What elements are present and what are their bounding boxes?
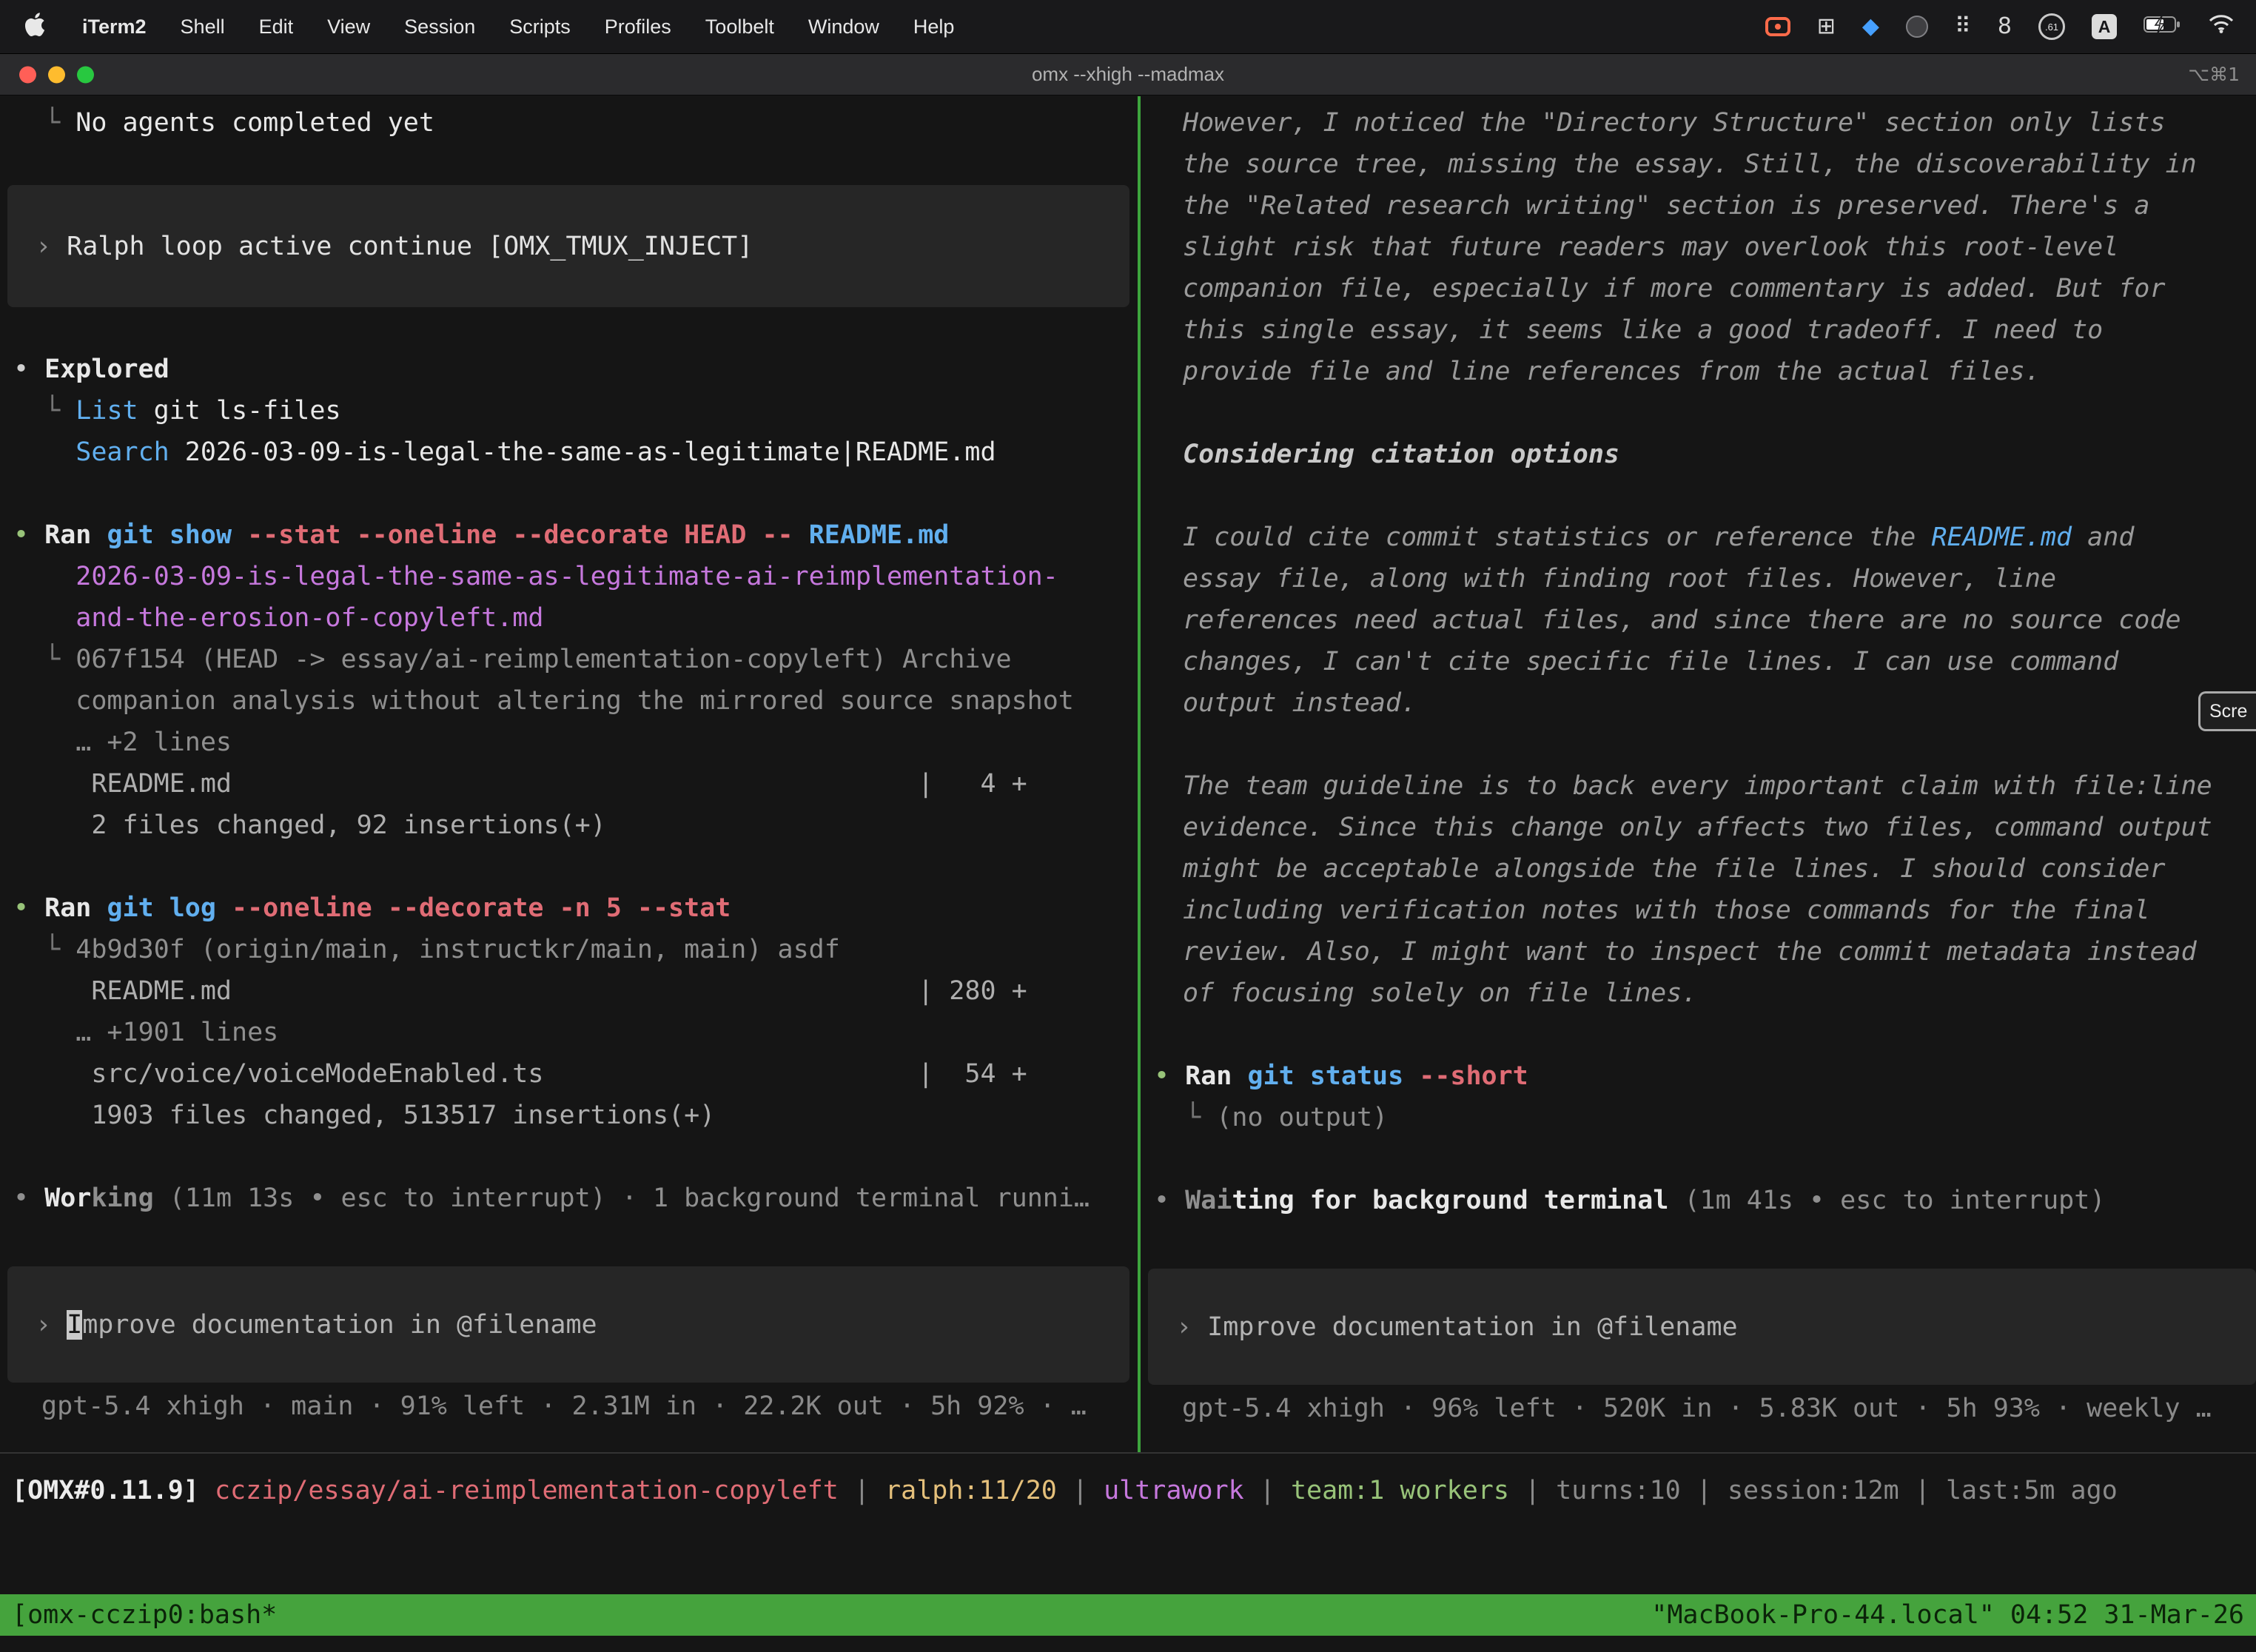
right-pane[interactable]: However, I noticed the "Directory Struct… (1141, 96, 2256, 1452)
git-show-stat-line: README.md | 4 + (0, 763, 1138, 805)
menu-toolbelt[interactable]: Toolbelt (688, 16, 791, 38)
menu-view[interactable]: View (310, 16, 387, 38)
apple-logo-icon (25, 10, 49, 44)
waiting-status-line: • Waiting for background terminal (1m 41… (1141, 1180, 2256, 1221)
screen-recording-icon[interactable] (1765, 17, 1790, 36)
explored-search-line: Search 2026-03-09-is-legal-the-same-as-l… (0, 432, 1138, 473)
ralph-loop-banner: › Ralph loop active continue [OMX_TMUX_I… (7, 185, 1129, 307)
git-show-more-line: … +2 lines (0, 722, 1138, 763)
bullet: • (1154, 1061, 1185, 1091)
git-show-command-line: • Ran git show --stat --oneline --decora… (0, 514, 1138, 556)
window-shortcut-badge: ⌥⌘1 (2188, 64, 2240, 85)
omx-version: [OMX#0.11.9] (12, 1476, 199, 1505)
left-pane[interactable]: └ No agents completed yet › Ralph loop a… (0, 96, 1138, 1452)
tree-glyph: └ (13, 396, 75, 426)
window-title: omx --xhigh --madmax (1032, 63, 1224, 86)
prompt-chevron: › (1176, 1312, 1207, 1342)
git-log-summary-line: 1903 files changed, 513517 insertions(+) (0, 1095, 1138, 1136)
bullet: • (1154, 1186, 1185, 1215)
tree-glyph: └ (13, 108, 75, 138)
explored-list-line: └ List git ls-files (0, 390, 1138, 432)
omx-status-line: [OMX#0.11.9] cczip/essay/ai-reimplementa… (0, 1470, 2256, 1511)
menu-bar-status-icons: ⊞ ◆ ⠿ 8 .61 A (1765, 13, 2237, 40)
git-status-command-line: • Ran git status --short (1141, 1055, 2256, 1097)
text-cursor: I (67, 1310, 82, 1340)
reasoning-heading: Considering citation options (1141, 434, 2256, 475)
status-circle-icon[interactable] (1906, 16, 1928, 38)
git-log-stat-line: README.md | 280 + (0, 970, 1138, 1012)
prompt-chevron: › (36, 1310, 67, 1340)
menu-bar-left: iTerm2 Shell Edit View Session Scripts P… (19, 10, 971, 44)
prompt-chevron: › (36, 232, 67, 261)
tmux-status-bar: [omx-cczip0:bash* "MacBook-Pro-44.local"… (0, 1594, 2256, 1636)
terminal: └ No agents completed yet › Ralph loop a… (0, 96, 2256, 1652)
app-status-icon[interactable]: ◆ (1862, 16, 1879, 38)
omx-session: session:12m (1728, 1476, 1899, 1505)
battery-gauge-icon[interactable]: .61 (2038, 13, 2065, 40)
git-status-output-line: └ (no output) (1141, 1097, 2256, 1138)
menu-help[interactable]: Help (896, 16, 972, 38)
window-title-bar: omx --xhigh --madmax ⌥⌘1 (0, 54, 2256, 95)
omx-turns: turns:10 (1556, 1476, 1681, 1505)
traffic-lights (19, 66, 94, 83)
git-show-filename-line: 2026-03-09-is-legal-the-same-as-legitima… (0, 556, 1138, 597)
model-status-line: gpt-5.4 xhigh · 96% left · 520K in · 5.8… (1141, 1388, 2256, 1429)
screen-share-overlay-button[interactable]: Scre (2198, 691, 2256, 731)
minimize-button[interactable] (48, 66, 65, 83)
reasoning-paragraph: However, I noticed the "Directory Struct… (1141, 102, 2256, 392)
omx-ralph-counter: ralph:11/20 (885, 1476, 1057, 1505)
bullet: • (13, 1183, 44, 1213)
wifi-icon[interactable] (2209, 14, 2234, 39)
menu-profiles[interactable]: Profiles (588, 16, 688, 38)
git-show-summary-line: 2 files changed, 92 insertions(+) (0, 805, 1138, 846)
git-show-commit-line: companion analysis without altering the … (0, 680, 1138, 722)
explored-header: • Explored (0, 349, 1138, 390)
git-log-more-line: … +1901 lines (0, 1012, 1138, 1053)
dots-grid-icon[interactable]: ⠿ (1955, 16, 1971, 38)
working-status-line: • Working (11m 13s • esc to interrupt) ·… (0, 1178, 1138, 1219)
figure-eight-icon[interactable]: 8 (1998, 16, 2012, 38)
readme-link: README.md (1931, 523, 2072, 552)
battery-icon[interactable] (2143, 15, 2182, 39)
omx-branch: cczip/essay/ai-reimplementation-copyleft (215, 1476, 839, 1505)
grid-icon[interactable]: ⊞ (1817, 16, 1836, 38)
tree-glyph: └ (13, 935, 75, 964)
omx-team: team:1 workers (1291, 1476, 1509, 1505)
omx-last: last:5m ago (1946, 1476, 2118, 1505)
git-log-command-line: • Ran git log --oneline --decorate -n 5 … (0, 887, 1138, 929)
prompt-input[interactable]: › Improve documentation in @filename (1148, 1269, 2256, 1385)
apple-menu[interactable] (19, 10, 65, 44)
menu-scripts[interactable]: Scripts (492, 16, 588, 38)
reasoning-paragraph: The team guideline is to back every impo… (1141, 765, 2256, 1014)
git-show-commit-line: └ 067f154 (HEAD -> essay/ai-reimplementa… (0, 639, 1138, 680)
menu-app-name[interactable]: iTerm2 (65, 16, 164, 38)
tmux-host-clock: "MacBook-Pro-44.local" 04:52 31-Mar-26 (1651, 1600, 2244, 1630)
bullet: • (13, 355, 44, 384)
menu-window[interactable]: Window (791, 16, 896, 38)
menu-session[interactable]: Session (387, 16, 492, 38)
menu-shell[interactable]: Shell (164, 16, 242, 38)
tmux-panes: └ No agents completed yet › Ralph loop a… (0, 96, 2256, 1454)
git-log-stat-line: src/voice/voiceModeEnabled.ts | 54 + (0, 1053, 1138, 1095)
model-status-line: gpt-5.4 xhigh · main · 91% left · 2.31M … (0, 1386, 1138, 1427)
zoom-button[interactable] (77, 66, 94, 83)
close-button[interactable] (19, 66, 36, 83)
git-show-filename-line: and-the-erosion-of-copyleft.md (0, 597, 1138, 639)
agents-note-line: └ No agents completed yet (0, 102, 1138, 144)
bullet: • (13, 520, 44, 550)
tree-glyph: └ (1154, 1103, 1216, 1132)
keyboard-layout-icon[interactable]: A (2092, 14, 2117, 39)
tmux-session-name[interactable]: [omx-cczip0:bash* (12, 1600, 277, 1630)
reasoning-paragraph: I could cite commit statistics or refere… (1141, 517, 2256, 724)
omx-mode: ultrawork (1104, 1476, 1244, 1505)
prompt-input[interactable]: › Improve documentation in @filename (7, 1266, 1129, 1383)
git-log-commit-line: └ 4b9d30f (origin/main, instructkr/main,… (0, 929, 1138, 970)
tree-glyph: └ (13, 645, 75, 674)
menu-bar: iTerm2 Shell Edit View Session Scripts P… (0, 0, 2256, 54)
menu-edit[interactable]: Edit (242, 16, 311, 38)
bullet: • (13, 893, 44, 923)
